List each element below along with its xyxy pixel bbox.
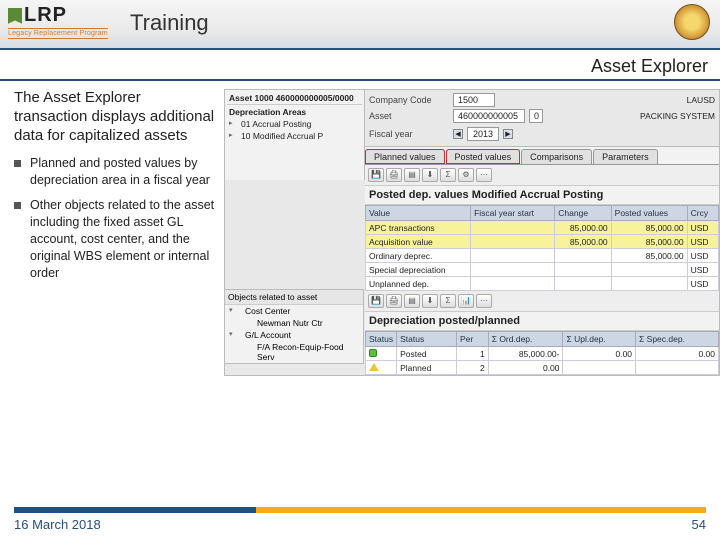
toolbar-2: 💾 🖨 ▤ ⬇ Σ 📊 ⋯ xyxy=(365,291,719,312)
prev-year-icon[interactable]: ◀ xyxy=(453,129,463,139)
asset-label: Asset xyxy=(369,111,449,121)
bullet-item: Planned and posted values by depreciatio… xyxy=(14,155,216,189)
col-fy-start[interactable]: Fiscal year start xyxy=(471,206,555,221)
col-per[interactable]: Per xyxy=(456,332,488,347)
dep-panel-title: Depreciation posted/planned xyxy=(365,312,719,331)
fy-label: Fiscal year xyxy=(369,129,449,139)
posted-values-table: Value Fiscal year start Change Posted va… xyxy=(365,205,719,291)
bullet-item: Other objects related to the asset inclu… xyxy=(14,197,216,281)
tree-node[interactable]: 10 Modified Accrual P xyxy=(227,130,362,142)
more-icon[interactable]: ⋯ xyxy=(476,168,492,182)
tree-leaf[interactable]: Newman Nutr Ctr xyxy=(225,317,363,329)
table-row: Special depreciationUSD xyxy=(366,263,719,277)
table-row: Ordinary deprec.85,000.00USD xyxy=(366,249,719,263)
col-status[interactable]: Status xyxy=(397,332,457,347)
sum-icon[interactable]: Σ xyxy=(440,168,456,182)
tree-node-cost-center[interactable]: Cost Center xyxy=(225,305,363,317)
print-icon[interactable]: 🖨 xyxy=(386,294,402,308)
col-status-icon[interactable]: Status xyxy=(366,332,397,347)
status-warning-icon xyxy=(369,363,379,371)
asset-field[interactable]: 460000000005 xyxy=(453,109,525,123)
table-row: Acquisition value85,000.0085,000.00USD xyxy=(366,235,719,249)
next-year-icon[interactable]: ▶ xyxy=(503,129,513,139)
tab-planned-values[interactable]: Planned values xyxy=(365,149,445,164)
logo-subtext: Legacy Replacement Program xyxy=(8,28,108,39)
table-row: Unplanned dep.USD xyxy=(366,277,719,291)
settings-icon[interactable]: ⚙ xyxy=(458,168,474,182)
related-objects-header: Objects related to asset xyxy=(225,290,363,305)
asset-sub-field[interactable]: 0 xyxy=(529,109,543,123)
logo-text: LRP xyxy=(8,4,108,27)
col-value[interactable]: Value xyxy=(366,206,471,221)
col-spec[interactable]: Σ Spec.dep. xyxy=(636,332,719,347)
toolbar: 💾 🖨 ▤ ⬇ Σ ⚙ ⋯ xyxy=(365,165,719,186)
col-upl[interactable]: Σ Upl.dep. xyxy=(563,332,636,347)
export-icon[interactable]: ⬇ xyxy=(422,168,438,182)
text-column: The Asset Explorer transaction displays … xyxy=(14,89,224,481)
print-icon[interactable]: 🖨 xyxy=(386,168,402,182)
section-heading: Asset Explorer xyxy=(0,50,720,81)
table-row: Planned20.00 xyxy=(366,361,719,375)
related-objects-panel: Objects related to asset Cost Center New… xyxy=(224,289,364,364)
footer-page: 54 xyxy=(692,517,706,532)
export-icon[interactable]: ⬇ xyxy=(422,294,438,308)
col-change[interactable]: Change xyxy=(555,206,611,221)
filter-icon[interactable]: ▤ xyxy=(404,294,420,308)
slide-header: LRP Legacy Replacement Program Training xyxy=(0,0,720,50)
page-title: Training xyxy=(130,10,209,36)
tab-strip: Planned values Posted values Comparisons… xyxy=(365,147,719,165)
fy-field[interactable]: 2013 xyxy=(467,127,499,141)
chart-icon[interactable]: 📊 xyxy=(458,294,474,308)
sum-icon[interactable]: Σ xyxy=(440,294,456,308)
filter-icon[interactable]: ▤ xyxy=(404,168,420,182)
save-icon[interactable]: 💾 xyxy=(368,294,384,308)
depreciation-table: Status Status Per Σ Ord.dep. Σ Upl.dep. … xyxy=(365,331,719,375)
save-icon[interactable]: 💾 xyxy=(368,168,384,182)
slide-footer: 16 March 2018 54 xyxy=(14,507,706,532)
company-field[interactable]: 1500 xyxy=(453,93,495,107)
tree-node-gl-account[interactable]: G/L Account xyxy=(225,329,363,341)
company-label: Company Code xyxy=(369,95,449,105)
table-row: APC transactions85,000.0085,000.00USD xyxy=(366,221,719,235)
tab-posted-values[interactable]: Posted values xyxy=(446,149,521,164)
more-icon[interactable]: ⋯ xyxy=(476,294,492,308)
tree-node[interactable]: 01 Accrual Posting xyxy=(227,118,362,130)
posted-panel-title: Posted dep. values Modified Accrual Post… xyxy=(365,186,719,205)
col-posted[interactable]: Posted values xyxy=(611,206,687,221)
asset-header: Asset 1000 460000000005/0000 xyxy=(227,92,362,105)
intro-text: The Asset Explorer transaction displays … xyxy=(14,89,216,145)
seal-icon xyxy=(674,4,710,40)
logo: LRP Legacy Replacement Program xyxy=(8,4,108,39)
company-name: LAUSD xyxy=(687,95,715,105)
col-ord[interactable]: Σ Ord.dep. xyxy=(488,332,563,347)
tab-parameters[interactable]: Parameters xyxy=(593,149,658,164)
asset-name: PACKING SYSTEM xyxy=(640,111,715,121)
tree-leaf[interactable]: F/A Recon-Equip-Food Serv xyxy=(225,341,363,363)
screenshot-panel: Asset 1000 460000000005/0000 Depreciatio… xyxy=(224,89,720,481)
col-crcy[interactable]: Crcy xyxy=(687,206,718,221)
tab-comparisons[interactable]: Comparisons xyxy=(521,149,592,164)
footer-date: 16 March 2018 xyxy=(14,517,101,532)
status-green-icon xyxy=(369,349,377,357)
table-row: Posted185,000.00-0.000.00 xyxy=(366,347,719,361)
tree-caption: Depreciation Areas xyxy=(227,105,362,118)
